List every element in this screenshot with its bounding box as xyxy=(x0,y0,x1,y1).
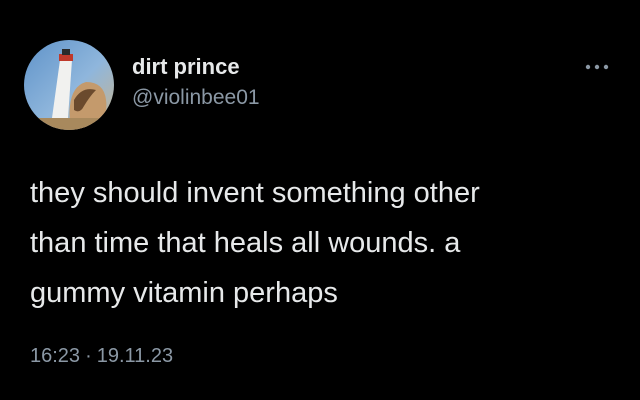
profile-avatar[interactable] xyxy=(24,40,114,130)
author-handle[interactable]: @violinbee01 xyxy=(132,86,260,110)
tweet-card: dirt prince @violinbee01 they should inv… xyxy=(0,0,640,400)
tweet-text-line: they should invent something other xyxy=(30,177,480,209)
tweet-timestamp[interactable]: 16:23 · 19.11.23 xyxy=(30,345,173,368)
avatar-photo xyxy=(24,40,114,130)
timestamp-separator: · xyxy=(85,345,92,367)
more-horizontal-icon[interactable] xyxy=(583,60,611,74)
tweet-date: 19.11.23 xyxy=(96,345,174,367)
author-display-name[interactable]: dirt prince xyxy=(132,54,240,80)
tweet-time: 16:23 xyxy=(30,345,81,367)
tweet-text: they should invent something other than … xyxy=(30,168,620,318)
tweet-text-line: than time that heals all wounds. a xyxy=(30,227,461,259)
tweet-text-line: gummy vitamin perhaps xyxy=(30,277,338,309)
